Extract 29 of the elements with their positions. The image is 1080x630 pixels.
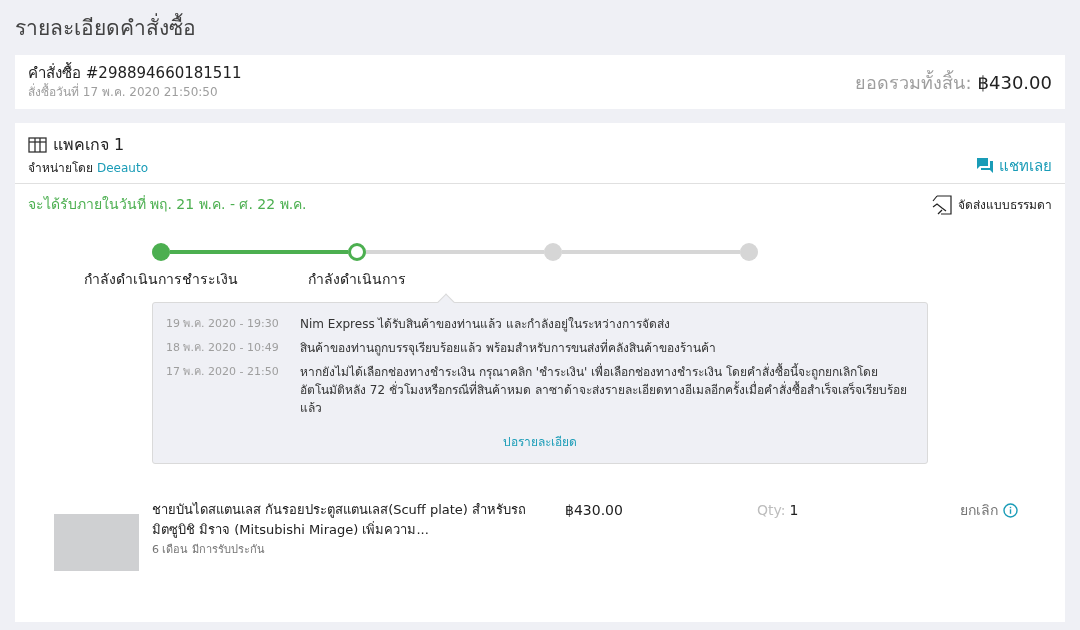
- info-icon[interactable]: [1003, 503, 1018, 518]
- item-price: ฿430.00: [565, 501, 624, 520]
- order-date: สั่งซื้อวันที่ 17 พ.ค. 2020 21:50:50: [28, 83, 219, 101]
- total-label: ยอดรวมทั้งสิ้น:: [855, 69, 972, 95]
- sold-by-label: จำหน่ายโดย: [28, 160, 93, 177]
- page-title: รายละเอียดคำสั่งซื้อ: [15, 0, 1065, 55]
- warranty-text: 6 เดือน มีการรับประกัน: [152, 542, 266, 558]
- shipping-method: จัดส่งแบบธรรมดา: [958, 196, 1052, 214]
- delivery-estimate: จะได้รับภายในวันที่ พฤ. 21 พ.ค. - ศ. 22 พ.ค.: [28, 194, 307, 214]
- details-toggle[interactable]: ปอรายละเอียด: [503, 433, 577, 451]
- product-title[interactable]: ชายบันไดสแตนเลส กันรอยประตูสแตนเลส(Scuff plate) สำหรับรถมิตซูบิชิ มิราจ (Mitsubishi Mirage) เพิ่มความ...: [152, 500, 542, 540]
- order-number: คำสั่งซื้อ #298894660181511: [28, 63, 242, 83]
- timeline-text: หากยังไม่ได้เลือกช่องทางชำระเงิน กรุณาคลิก 'ชำระเงิน' เพื่อเลือกช่องทางชำระเงิน โดยคำสั่งซื้อนี้จะถูกยกเลิกโดยอัตโนมัติหลัง 72 ชั่วโมงหรือกรณีที่สินค้าหมด ลาซาด้าจะส่งรายละเอียดทางอีเมลอีกครั้งเมื่อคำสั่งซื้อสำเร็จเสร็จเรียบร้อยแล้ว: [300, 363, 908, 417]
- timeline-time: 17 พ.ค. 2020 - 21:50: [166, 364, 280, 380]
- cancel-button[interactable]: ยกเลิก: [960, 500, 998, 521]
- total-value: ฿430.00: [977, 70, 1052, 95]
- chat-button[interactable]: แชทเลย: [977, 154, 1052, 177]
- chat-icon: [977, 158, 993, 174]
- qty-label: Qty:: [757, 501, 786, 520]
- timeline-text: สินค้าของท่านถูกบรรจุเรียบร้อยแล้ว พร้อมสำหรับการขนส่งที่คลังสินค้าของร้านค้า: [300, 339, 716, 357]
- timeline-text: Nim Express ได้รับสินค้าของท่านแล้ว และกำลังอยู่ในระหว่างการจัดส่ง: [300, 316, 671, 333]
- timeline-time: 19 พ.ค. 2020 - 19:30: [166, 316, 280, 332]
- step-label: กำลังดำเนินการ: [308, 270, 406, 289]
- qty-value: 1: [789, 501, 799, 520]
- seller-link[interactable]: Deeauto: [97, 159, 148, 177]
- package-icon: [28, 137, 47, 153]
- timeline-time: 18 พ.ค. 2020 - 10:49: [166, 340, 280, 356]
- step-label: กำลังดำเนินการชำระเงิน: [84, 270, 238, 289]
- package-title: แพคเกจ 1: [53, 134, 125, 156]
